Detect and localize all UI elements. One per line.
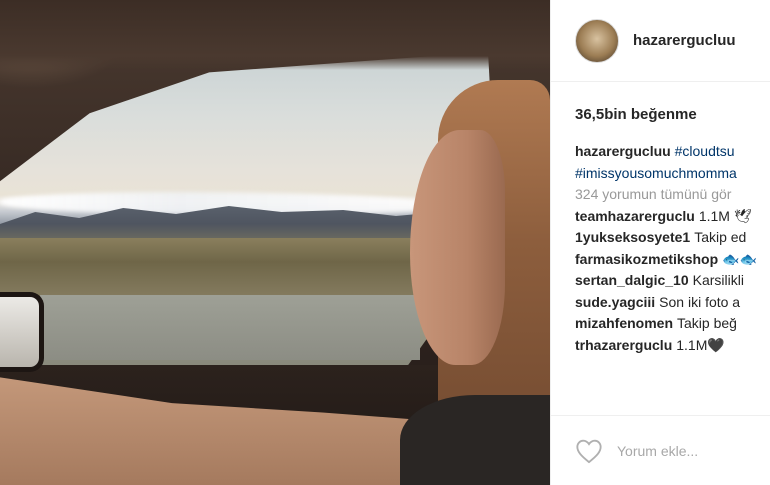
comment-username[interactable]: sertan_dalgic_10 xyxy=(575,272,689,288)
post-photo[interactable] xyxy=(0,0,550,485)
post-side-panel: hazarergucluu 36,5bin beğenme hazarerguc… xyxy=(550,0,770,485)
window-frame xyxy=(0,0,550,70)
comment-list: hazarergucluu #cloudtsu #imissyousomuchm… xyxy=(551,123,770,356)
comment-item: mizahfenomen Takip beğ xyxy=(575,313,770,335)
shoulder xyxy=(400,395,550,485)
comment-item: 1yukseksosyete1 Takip ed xyxy=(575,227,770,249)
comment-username[interactable]: mizahfenomen xyxy=(575,315,673,331)
comment-text: Takip beğ xyxy=(677,315,737,331)
comment-text: Karsilikli xyxy=(692,272,744,288)
comment-item: trhazarerguclu 1.1M🖤 xyxy=(575,335,770,357)
comment-input[interactable] xyxy=(617,442,757,459)
comment-username[interactable]: sude.yagciii xyxy=(575,294,655,310)
roadside xyxy=(40,295,420,360)
face-profile xyxy=(410,130,505,365)
comment-item: sertan_dalgic_10 Karsilikli xyxy=(575,270,770,292)
side-mirror xyxy=(0,292,44,372)
hashtag-link[interactable]: #imissyousomuchmomma xyxy=(575,165,737,181)
post-header: hazarergucluu xyxy=(551,0,770,82)
comment-username[interactable]: teamhazarerguclu xyxy=(575,208,695,224)
caption-username[interactable]: hazarergucluu xyxy=(575,143,671,159)
caption-line-2: #imissyousomuchmomma xyxy=(575,163,770,185)
view-all-comments-link[interactable]: 324 yorumun tümünü gör xyxy=(575,184,770,206)
comment-text: Son iki foto a xyxy=(659,293,741,310)
comment-item: farmasikozmetikshop 🐟🐟 xyxy=(575,249,770,271)
comment-text: 🐟🐟 xyxy=(722,250,758,267)
caption: hazarergucluu #cloudtsu xyxy=(575,141,770,163)
like-count[interactable]: 36,5bin beğenme xyxy=(551,82,770,123)
avatar[interactable] xyxy=(575,18,619,63)
heart-outline-icon[interactable] xyxy=(575,438,603,464)
comment-text: 1.1M🖤 xyxy=(676,336,725,353)
comment-username[interactable]: 1yukseksosyete1 xyxy=(575,229,690,245)
comment-username[interactable]: trhazarerguclu xyxy=(575,337,672,353)
desert-ground xyxy=(0,238,430,298)
comment-username[interactable]: farmasikozmetikshop xyxy=(575,251,718,267)
post-username[interactable]: hazarergucluu xyxy=(633,32,736,49)
comment-text: Takip ed xyxy=(694,229,747,245)
comment-item: teamhazarerguclu 1.1M 🕊 xyxy=(575,206,770,228)
comment-item: sude.yagciii Son iki foto a xyxy=(575,292,770,314)
comment-text: 1.1M 🕊 xyxy=(698,207,752,224)
hashtag-link[interactable]: #cloudtsu xyxy=(675,143,735,159)
add-comment-bar xyxy=(551,415,770,485)
